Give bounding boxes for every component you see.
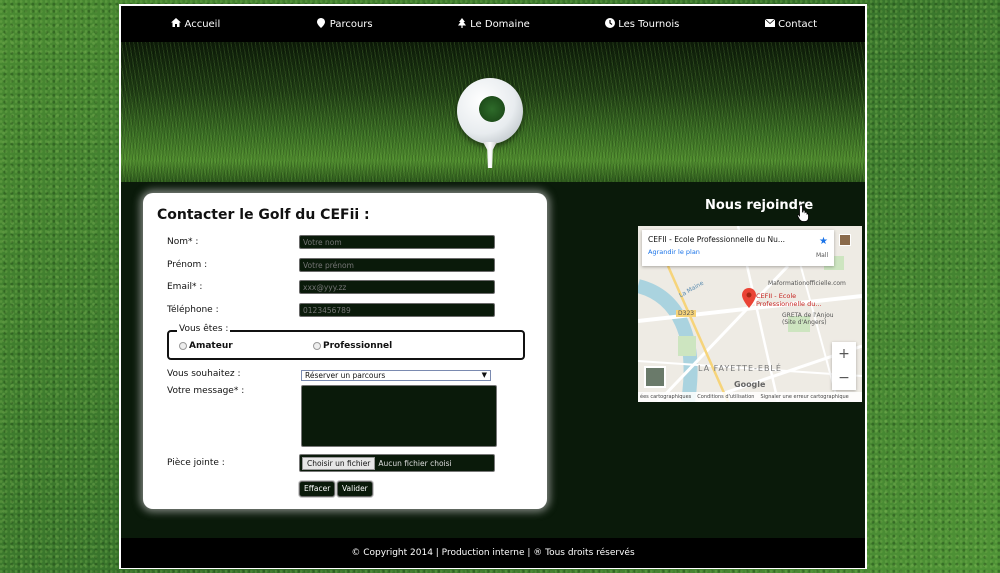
professionnel-label: Professionnel (323, 341, 393, 351)
nav-label: Le Domaine (470, 18, 530, 30)
status-legend: Vous êtes : (177, 324, 231, 334)
enlarge-map-link[interactable]: Agrandir le plan (648, 248, 828, 256)
page-frame: Accueil Parcours Le Domaine Les Tournois… (119, 4, 867, 569)
attachment-input: Choisir un fichier Aucun fichier choisi (299, 454, 495, 472)
map-footer: ées cartographiques Conditions d'utilisa… (638, 392, 862, 402)
golf-logo-icon (479, 96, 505, 122)
nom-input[interactable] (299, 235, 495, 249)
map-place-title: CEFII - Ecole Professionnelle du Nu... (648, 235, 786, 244)
nav-label: Contact (778, 18, 818, 30)
nav-label: Parcours (329, 18, 373, 30)
status-fieldset: Vous êtes : Amateur Professionnel (167, 324, 525, 360)
amateur-label: Amateur (189, 341, 233, 351)
main-nav: Accueil Parcours Le Domaine Les Tournois… (121, 6, 865, 42)
chevron-down-icon: ▼ (481, 371, 487, 379)
prenom-input[interactable] (299, 258, 495, 272)
nav-item-accueil[interactable]: Accueil (121, 18, 270, 30)
map-report-link[interactable]: Signaler une erreur cartographique (760, 394, 848, 400)
satellite-toggle[interactable] (644, 366, 666, 388)
map-label: D323 (676, 310, 697, 317)
telephone-input[interactable] (299, 303, 495, 317)
map-label: Mall (816, 252, 829, 259)
clock-icon (604, 17, 615, 31)
nav-item-tournois[interactable]: Les Tournois (567, 17, 716, 31)
choose-file-button[interactable]: Choisir un fichier (302, 456, 376, 470)
professionnel-radio[interactable] (313, 342, 321, 350)
tree-icon (456, 17, 467, 31)
email-input[interactable] (299, 280, 495, 294)
message-label: Votre message* : (167, 386, 245, 396)
hero-banner (121, 42, 865, 182)
message-textarea[interactable] (301, 385, 497, 447)
nav-label: Accueil (184, 18, 221, 30)
zoom-out-button[interactable]: − (832, 366, 856, 390)
nav-label: Les Tournois (618, 18, 680, 30)
map-zoom-control: + − (832, 342, 856, 390)
form-title: Contacter le Golf du CEFii : (157, 207, 370, 223)
page-footer: © Copyright 2014 | Production interne | … (121, 538, 865, 568)
contact-form-panel: Contacter le Golf du CEFii : Nom* : Prén… (143, 193, 547, 509)
map-marker-icon (316, 17, 327, 31)
amateur-radio[interactable] (179, 342, 187, 350)
copyright-text: © Copyright 2014 | Production interne | … (351, 548, 635, 558)
google-map[interactable]: CEFII - Ecole Professionnelle du Nu... A… (638, 226, 862, 402)
email-label: Email* : (167, 282, 203, 292)
map-footer-data: ées cartographiques (640, 394, 692, 400)
map-pin-label: CEFII - Ecole Professionnelle du... (756, 292, 822, 308)
google-logo: Google (734, 380, 766, 389)
prenom-label: Prénom : (167, 260, 208, 270)
reset-button[interactable]: Effacer (299, 481, 336, 497)
attachment-label: Pièce jointe : (167, 458, 225, 468)
hand-cursor-icon (797, 204, 809, 222)
golf-tee-image (483, 142, 497, 168)
file-status-text: Aucun fichier choisi (378, 458, 452, 468)
map-label: GRETA de l'Anjou (Site d'Angers) (782, 312, 834, 326)
avatar (839, 234, 851, 246)
golf-ball-image (457, 78, 523, 144)
nav-item-contact[interactable]: Contact (716, 18, 865, 30)
star-icon[interactable]: ★ (819, 236, 828, 247)
nom-label: Nom* : (167, 237, 199, 247)
submit-button[interactable]: Valider (337, 481, 373, 497)
map-label: LA FAYETTE-EBLÉ (698, 364, 782, 373)
home-icon (171, 18, 182, 30)
map-label: Maformationofficielle.com (768, 280, 846, 287)
nav-item-parcours[interactable]: Parcours (270, 17, 419, 31)
map-info-card: CEFII - Ecole Professionnelle du Nu... A… (642, 230, 834, 266)
telephone-label: Téléphone : (167, 305, 219, 315)
zoom-in-button[interactable]: + (832, 342, 856, 366)
map-pin-icon[interactable] (742, 288, 756, 308)
wish-label: Vous souhaitez : (167, 369, 241, 379)
nav-item-domaine[interactable]: Le Domaine (419, 17, 568, 31)
wish-select[interactable]: Réserver un parcours ▼ (301, 370, 491, 381)
map-terms-link[interactable]: Conditions d'utilisation (697, 394, 754, 400)
wish-select-value: Réserver un parcours (305, 371, 386, 380)
envelope-icon (764, 18, 775, 30)
